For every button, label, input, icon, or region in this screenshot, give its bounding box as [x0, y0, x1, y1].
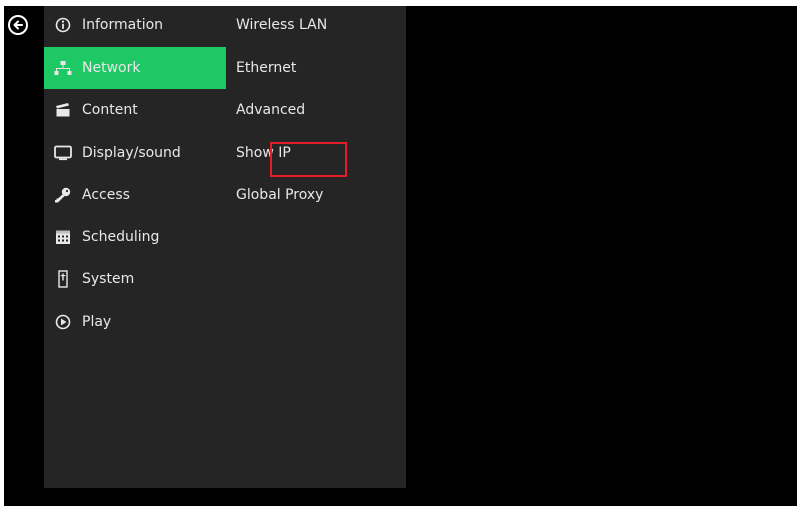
menu-item-label: Content — [82, 102, 138, 118]
network-icon — [54, 59, 72, 77]
settings-panel: Information Network Content Display/soun… — [44, 6, 406, 488]
menu-item-play[interactable]: Play — [44, 301, 226, 343]
menu-item-display-sound[interactable]: Display/sound — [44, 132, 226, 174]
menu-item-network[interactable]: Network — [44, 47, 226, 89]
clapperboard-icon — [54, 101, 72, 119]
calendar-icon — [54, 228, 72, 246]
menu-item-label: Display/sound — [82, 145, 181, 161]
submenu-item-wireless-lan[interactable]: Wireless LAN — [236, 13, 327, 37]
submenu-item-global-proxy[interactable]: Global Proxy — [236, 183, 323, 207]
menu-item-information[interactable]: Information — [44, 4, 226, 46]
menu-item-label: System — [82, 271, 135, 287]
system-icon — [54, 270, 72, 288]
monitor-icon — [54, 144, 72, 162]
submenu-item-advanced[interactable]: Advanced — [236, 98, 305, 122]
back-arrow-circle-icon — [13, 20, 23, 30]
submenu-item-label: Wireless LAN — [236, 17, 328, 33]
submenu-item-label: Global Proxy — [236, 187, 324, 203]
show-ip-highlight-box — [270, 142, 347, 177]
submenu-item-ethernet[interactable]: Ethernet — [236, 56, 296, 80]
menu-item-system[interactable]: System — [44, 258, 226, 300]
menu-item-access[interactable]: Access — [44, 174, 226, 216]
menu-item-label: Play — [82, 314, 112, 330]
menu-item-label: Information — [82, 17, 164, 33]
menu-item-label: Access — [82, 187, 130, 203]
info-circle-icon — [54, 16, 72, 34]
key-icon — [54, 186, 72, 204]
submenu-item-label: Ethernet — [236, 60, 297, 76]
play-circle-icon — [54, 313, 72, 331]
menu-item-label: Scheduling — [82, 229, 160, 245]
menu-item-content[interactable]: Content — [44, 89, 226, 131]
back-button[interactable] — [8, 15, 28, 35]
submenu-item-label: Advanced — [236, 102, 306, 118]
menu-item-label: Network — [82, 60, 141, 76]
menu-item-scheduling[interactable]: Scheduling — [44, 216, 226, 258]
